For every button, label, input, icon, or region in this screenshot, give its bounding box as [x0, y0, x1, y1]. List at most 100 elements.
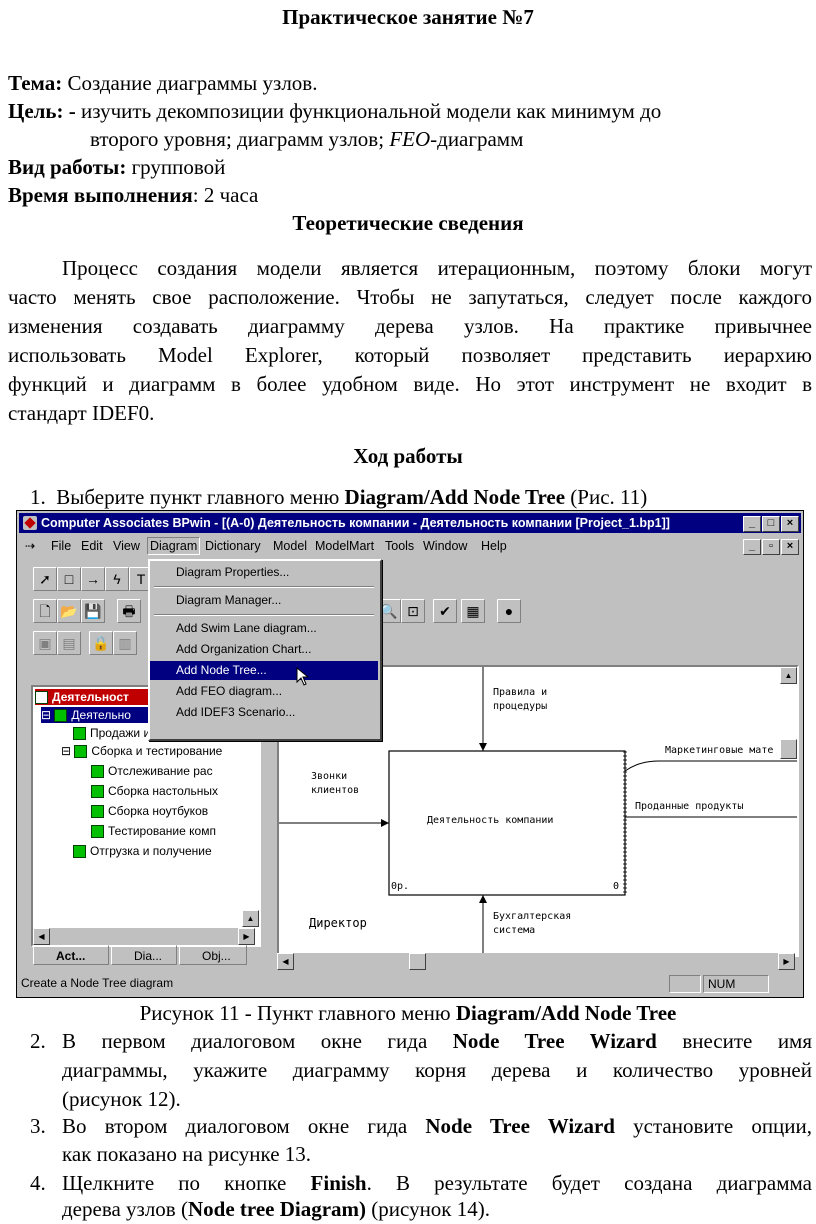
- status-bar: Create a Node Tree diagram NUM: [19, 973, 801, 993]
- menu-item-diagram-manager[interactable]: Diagram Manager...: [150, 591, 378, 610]
- theory-line-5: функций и диаграмм в более удобном виде.…: [8, 372, 812, 396]
- menu-help[interactable]: Help: [481, 538, 507, 554]
- mdi-minimize-button[interactable]: _: [743, 539, 761, 555]
- bpwin-screenshot: Computer Associates BPwin - [(A-0) Деяте…: [16, 510, 804, 998]
- spell-check-icon[interactable]: ✔: [433, 599, 457, 623]
- canvas-scroll-left-icon[interactable]: ◀: [277, 953, 294, 970]
- menu-diagram[interactable]: Diagram: [147, 537, 201, 555]
- squiggle-tool-icon[interactable]: ϟ: [105, 567, 129, 591]
- mechanism-label-2: система: [493, 925, 536, 936]
- menu-view[interactable]: View: [113, 538, 140, 554]
- canvas-horizontal-scrollbar[interactable]: ◀ ▶: [277, 953, 795, 970]
- input-arrowhead: [381, 819, 389, 827]
- activity-icon: [54, 709, 68, 723]
- menu-item-diagram-properties[interactable]: Diagram Properties...: [150, 563, 378, 582]
- step-3-line-2: как показано на рисунке 13.: [62, 1142, 312, 1166]
- step-2-number: 2.: [30, 1029, 46, 1053]
- diagram-icon: [35, 691, 48, 705]
- mart-tool-icon[interactable]: ▥: [113, 631, 137, 655]
- menu-model[interactable]: Model: [273, 538, 307, 554]
- model-explorer-icon[interactable]: ▦: [461, 599, 485, 623]
- menu-dictionary[interactable]: Dictionary: [205, 538, 261, 554]
- minimize-button[interactable]: _: [743, 516, 761, 532]
- menu-item-add-node-tree[interactable]: Add Node Tree...: [150, 661, 378, 680]
- director-label: Директор: [309, 916, 367, 930]
- step-4-line-1: Щелкните по кнопке Finish. В результате …: [62, 1171, 812, 1195]
- mart-open-icon[interactable]: ▣: [33, 631, 57, 655]
- lock-icon[interactable]: 🔒: [89, 631, 113, 655]
- menu-window[interactable]: Window: [423, 538, 467, 554]
- step-1: 1. Выберите пункт главного меню Diagram/…: [30, 485, 648, 509]
- menu-item-add-feo[interactable]: Add FEO diagram...: [150, 682, 378, 701]
- mdi-restore-button[interactable]: ▫: [762, 539, 780, 555]
- activity-icon: [91, 765, 104, 779]
- step-3-line-1: Во втором диалоговом окне гида Node Tree…: [62, 1114, 813, 1138]
- page-heading: Практическое занятие №7: [282, 5, 534, 29]
- canvas-scroll-thumb-h[interactable]: [409, 953, 426, 970]
- app-icon: [23, 516, 37, 530]
- tab-activities[interactable]: Act...: [33, 945, 109, 965]
- mart-save-icon[interactable]: ▤: [57, 631, 81, 655]
- mechanism-arrowhead: [479, 895, 487, 903]
- theory-line-6: стандарт IDEF0.: [8, 401, 155, 425]
- globe-icon[interactable]: ●: [497, 599, 521, 623]
- tree-node[interactable]: ⊟ Сборка и тестирование: [61, 743, 222, 759]
- menu-tools[interactable]: Tools: [385, 538, 414, 554]
- box-corner-left: 0р.: [391, 881, 410, 892]
- menu-item-add-idef3[interactable]: Add IDEF3 Scenario...: [150, 703, 378, 722]
- new-file-icon[interactable]: 🗋: [33, 599, 57, 623]
- menu-file[interactable]: File: [51, 538, 71, 554]
- goal-line: Цель: - изучить декомпозиции функциональ…: [8, 99, 662, 123]
- output-arrow-2[interactable]: [624, 760, 797, 772]
- menu-system-icon[interactable]: ⇢: [25, 538, 35, 554]
- output-label-1: Маркетинговые мате: [665, 745, 774, 756]
- tab-diagrams[interactable]: Dia...: [111, 945, 177, 965]
- tree-node[interactable]: Отслеживание рас: [91, 763, 213, 779]
- theory-heading: Теоретические сведения: [292, 211, 524, 235]
- control-arrowhead: [479, 743, 487, 751]
- activity-icon: [91, 785, 104, 799]
- tree-node[interactable]: Сборка ноутбуков: [91, 803, 208, 819]
- mdi-close-button[interactable]: ×: [781, 539, 799, 555]
- canvas-scroll-up-icon[interactable]: ▲: [780, 667, 797, 684]
- mouse-cursor-icon: [296, 667, 310, 686]
- toolbar-standard: 🗋 📂 💾 🖶 🔍 ⊡ ✔ ▦ ●: [19, 597, 779, 625]
- maximize-button[interactable]: □: [762, 516, 780, 532]
- num-lock-indicator: NUM: [703, 975, 769, 993]
- box-tool-icon[interactable]: □: [57, 567, 81, 591]
- status-text: Create a Node Tree diagram: [21, 976, 174, 990]
- canvas-scroll-thumb[interactable]: [780, 739, 797, 759]
- menu-item-add-org-chart[interactable]: Add Organization Chart...: [150, 640, 378, 659]
- status-panel: [669, 975, 701, 993]
- tab-objects[interactable]: Obj...: [179, 945, 247, 965]
- diagram-dropdown-menu: Diagram Properties... Diagram Manager...…: [148, 559, 382, 741]
- menu-item-add-swim-lane[interactable]: Add Swim Lane diagram...: [150, 619, 378, 638]
- step-2-line-3: (рисунок 12).: [62, 1087, 181, 1111]
- step-4-line-2: дерева узлов (Node tree Diagram) (рисуно…: [62, 1197, 491, 1221]
- save-icon[interactable]: 💾: [81, 599, 105, 623]
- tree-node[interactable]: Сборка настольных: [91, 783, 218, 799]
- close-button[interactable]: ×: [781, 516, 799, 532]
- theory-line-3: изменения создавать диаграмму дерева узл…: [8, 314, 812, 338]
- arrow-tool-icon[interactable]: →: [81, 567, 105, 591]
- goal-line-2: второго уровня; диаграмм узлов; FEO-диаг…: [90, 127, 524, 151]
- canvas-scroll-right-icon[interactable]: ▶: [778, 953, 795, 970]
- tree-node[interactable]: Отгрузка и получение: [73, 843, 212, 859]
- print-icon[interactable]: 🖶: [117, 599, 141, 623]
- tree-node[interactable]: Тестирование комп: [91, 823, 216, 839]
- menu-edit[interactable]: Edit: [81, 538, 103, 554]
- scroll-up-icon[interactable]: ▲: [242, 910, 259, 927]
- control-label-1: Правила и: [493, 687, 548, 698]
- input-label-2: клиентов: [311, 785, 360, 796]
- menu-modelmart[interactable]: ModelMart: [315, 538, 374, 554]
- duration-line: Время выполнения: 2 часа: [8, 183, 259, 207]
- toolbar-drawing: ➚ □ → ϟ T: [19, 565, 159, 593]
- activity-icon: [73, 727, 86, 741]
- activity-icon: [73, 845, 86, 859]
- step-2-line-1: В первом диалоговом окне гида Node Tree …: [62, 1029, 812, 1053]
- open-folder-icon[interactable]: 📂: [57, 599, 81, 623]
- control-label-2: процедуры: [493, 701, 548, 712]
- pointer-tool-icon[interactable]: ➚: [33, 567, 57, 591]
- theory-line-2: часто менять свое расположение. Чтобы не…: [8, 285, 812, 309]
- zoom-out-icon[interactable]: ⊡: [401, 599, 425, 623]
